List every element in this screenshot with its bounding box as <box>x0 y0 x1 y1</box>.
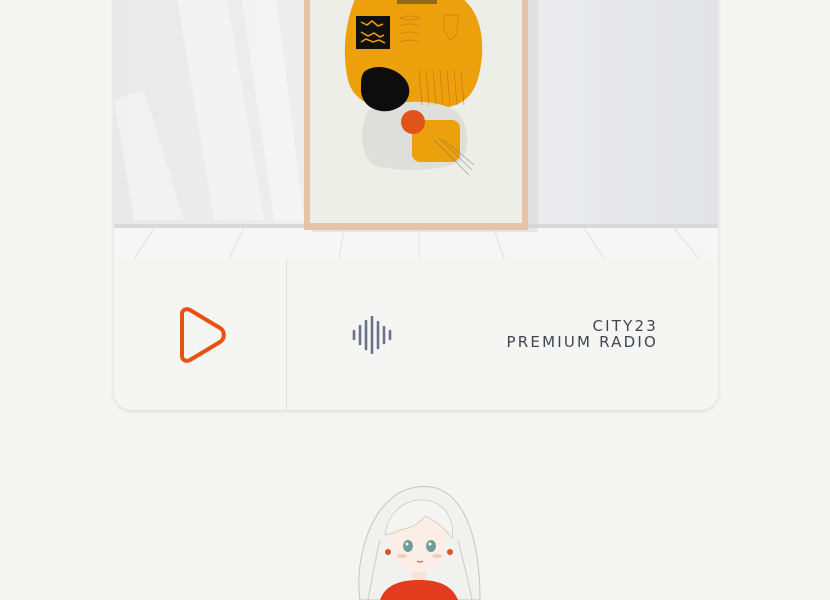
framed-abstract-art-image <box>114 0 718 259</box>
station-tagline: PREMIUM RADIO <box>506 333 658 351</box>
player-controls: CITY23 PREMIUM RADIO <box>114 260 718 410</box>
audio-wave-icon <box>352 316 392 354</box>
album-artwork <box>114 0 718 259</box>
station-info: CITY23 PREMIUM RADIO <box>507 318 658 350</box>
station-name: CITY23 <box>592 317 658 335</box>
radio-player-card: CITY23 PREMIUM RADIO <box>114 0 718 410</box>
play-button[interactable] <box>114 260 287 410</box>
anime-girl-avatar <box>358 486 481 600</box>
play-icon[interactable] <box>172 306 228 364</box>
